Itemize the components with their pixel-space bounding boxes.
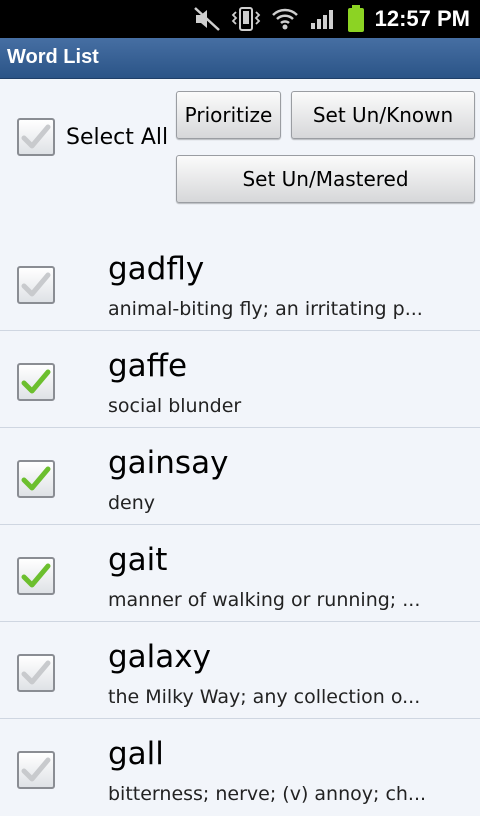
word-term: galaxy [108, 639, 211, 675]
word-definition: deny [108, 492, 156, 514]
word-checkbox[interactable] [17, 460, 55, 498]
signal-icon [309, 7, 337, 31]
page-title: Word List [7, 46, 99, 68]
list-item[interactable]: gainsay deny [0, 428, 480, 525]
select-all-checkbox[interactable] [17, 118, 55, 156]
word-term: gainsay [108, 445, 229, 481]
set-known-button[interactable]: Set Un/Known [291, 91, 475, 139]
battery-icon [347, 5, 365, 33]
list-item[interactable]: galaxy the Milky Way; any collection o..… [0, 622, 480, 719]
word-term: gait [108, 542, 168, 578]
word-checkbox[interactable] [17, 363, 55, 401]
checkmark-icon [21, 272, 51, 297]
word-term: gaffe [108, 348, 188, 384]
wifi-icon [271, 7, 299, 31]
word-definition: bitterness; nerve; (v) annoy; ch... [108, 783, 427, 805]
mute-icon [193, 6, 221, 32]
status-bar: 12:57 PM [0, 0, 480, 38]
word-definition: social blunder [108, 395, 242, 417]
word-checkbox[interactable] [17, 654, 55, 692]
vibrate-icon [231, 6, 261, 32]
title-bar: Word List [0, 38, 480, 79]
list-item[interactable]: gait manner of walking or running; ... [0, 525, 480, 622]
select-all-label: Select All [66, 125, 169, 150]
prioritize-button[interactable]: Prioritize [176, 91, 281, 139]
checkmark-icon [21, 757, 51, 782]
word-checkbox[interactable] [17, 751, 55, 789]
list-item[interactable]: gaffe social blunder [0, 331, 480, 428]
word-definition: manner of walking or running; ... [108, 589, 421, 611]
checkmark-icon [21, 660, 51, 685]
word-definition: the Milky Way; any collection o... [108, 686, 421, 708]
word-checkbox[interactable] [17, 266, 55, 304]
status-time: 12:57 PM [374, 6, 470, 31]
list-item[interactable]: gall bitterness; nerve; (v) annoy; ch... [0, 719, 480, 816]
checkmark-icon [21, 124, 51, 149]
checkmark-icon [21, 369, 51, 394]
word-term: gall [108, 736, 164, 772]
checkmark-icon [21, 563, 51, 588]
word-checkbox[interactable] [17, 557, 55, 595]
set-mastered-button[interactable]: Set Un/Mastered [176, 155, 475, 203]
word-definition: animal-biting fly; an irritating p... [108, 298, 423, 320]
checkmark-icon [21, 466, 51, 491]
list-item[interactable]: gadfly animal-biting fly; an irritating … [0, 234, 480, 331]
word-term: gadfly [108, 251, 205, 287]
